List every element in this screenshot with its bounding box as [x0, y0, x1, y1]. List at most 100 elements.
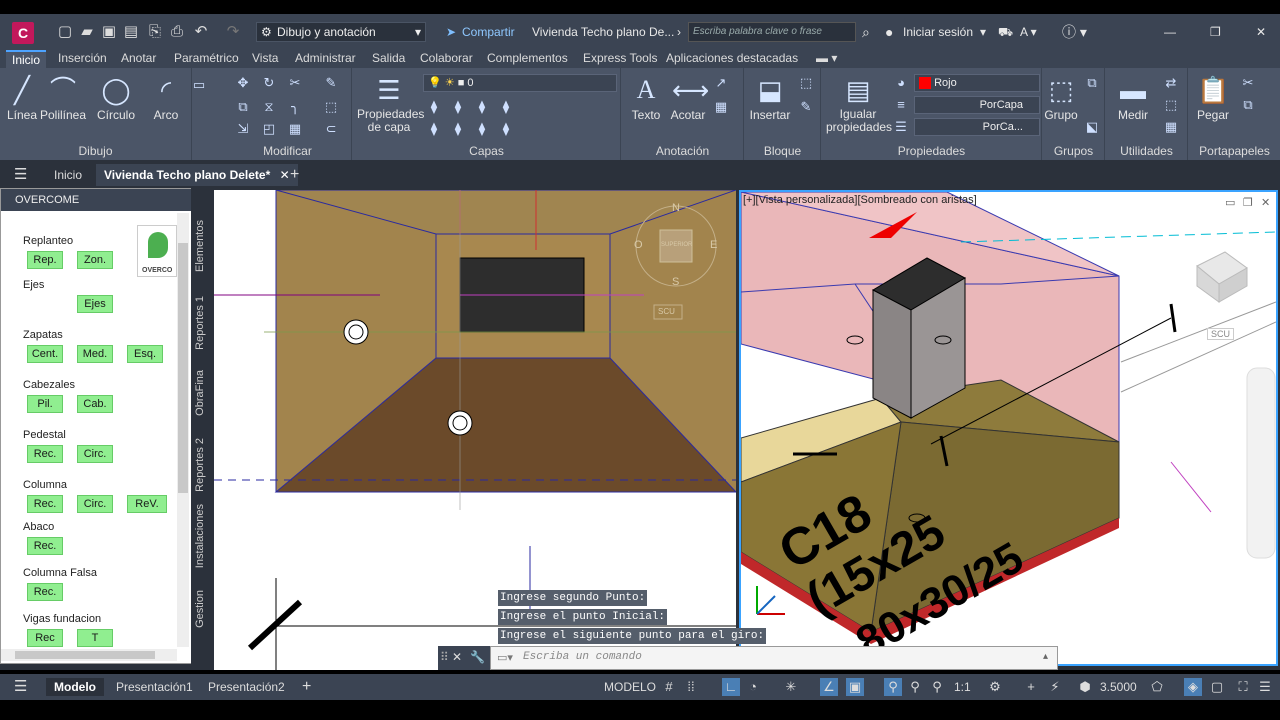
tab-inicio[interactable]: Inicio [6, 50, 47, 68]
annotation-scale-value[interactable]: 1:1 [954, 678, 971, 696]
command-input-box[interactable]: ▭▾ Escriba un comando ▴ [490, 646, 1058, 670]
undo-icon[interactable]: ↶ [192, 23, 210, 41]
isolate-objects-icon[interactable]: ⬠ [1148, 678, 1166, 696]
create-block-icon[interactable]: ⬚ [797, 74, 815, 92]
annotation-visibility-icon[interactable]: ⚲ [884, 678, 902, 696]
dimension-button[interactable]: ⟷ Acotar [668, 74, 710, 122]
tab-salida[interactable]: Salida [366, 50, 411, 68]
trim-icon[interactable]: ✂ [286, 74, 304, 92]
tab-insercion[interactable]: Inserción [52, 50, 113, 68]
tab-parametrico[interactable]: Paramétrico [168, 50, 245, 68]
offset-icon[interactable]: ⊂ [322, 120, 340, 138]
signin-button[interactable]: Iniciar sesión [903, 14, 973, 50]
tab-aplicaciones[interactable]: Aplicaciones destacadas [660, 50, 804, 68]
tab-anotar[interactable]: Anotar [115, 50, 162, 68]
ejes-button[interactable]: Ejes [77, 295, 113, 313]
erase-icon[interactable]: ✎ [322, 74, 340, 92]
pedestal-rec-button[interactable]: Rec. [27, 445, 63, 463]
hardware-acceleration-icon[interactable]: ◈ [1184, 678, 1202, 696]
viewport-close-icon[interactable]: ✕ [1261, 196, 1270, 209]
tab-vista[interactable]: Vista [246, 50, 284, 68]
columna-rec-button[interactable]: Rec. [27, 495, 63, 513]
new-icon[interactable]: ▢ [56, 23, 74, 41]
tab-express-tools[interactable]: Express Tools [577, 50, 663, 68]
units-icon[interactable]: ⚡ [1046, 678, 1064, 696]
model-space-toggle[interactable]: MODELO [604, 678, 656, 696]
annotation-monitor-icon[interactable]: + [1022, 678, 1040, 696]
fullscreen-icon[interactable]: ⛶ [1234, 678, 1252, 696]
new-tab-icon[interactable]: + [290, 164, 299, 186]
customization-menu-icon[interactable]: ☰ [1256, 678, 1274, 696]
leader-icon[interactable]: ↗ [712, 74, 730, 92]
tab-model[interactable]: Modelo [46, 678, 104, 696]
ucs-label[interactable]: SCU [1207, 328, 1235, 340]
vigas-rec-button[interactable]: Rec [27, 629, 63, 647]
layer-tool-icon[interactable]: ⧫ [449, 120, 467, 138]
stretch-icon[interactable]: ⇲ [234, 120, 252, 138]
snap-icon[interactable]: ⁞⁞ [682, 678, 700, 696]
layer-dropdown[interactable]: 💡 ☀ ■ 0 [423, 74, 617, 92]
quick-select-icon[interactable]: ⇄ [1162, 74, 1180, 92]
tab-complementos[interactable]: Complementos [481, 50, 574, 68]
search-input[interactable]: Escriba palabra clave o frase [688, 22, 856, 42]
paste-button[interactable]: 📋 Pegar [1193, 74, 1233, 122]
annotation-scale-icon[interactable]: ⚲ [928, 678, 946, 696]
viewport-3d[interactable]: C18 (15x25 80x30/25 SCU ▭ ❐ ✕ [739, 190, 1278, 666]
layer-tool-icon[interactable]: ⧫ [473, 120, 491, 138]
tab-home[interactable]: Inicio [54, 164, 82, 186]
mirror-icon[interactable]: ⧖ [260, 98, 278, 116]
arc-button[interactable]: ◜ Arco [146, 74, 186, 122]
measure-button[interactable]: ▬ Medir [1112, 74, 1154, 122]
array-icon[interactable]: ▦ [286, 120, 304, 138]
edit-block-icon[interactable]: ✎ [797, 98, 815, 116]
palette-vertical-scrollbar[interactable] [177, 213, 189, 647]
palette-horizontal-scrollbar[interactable] [1, 649, 177, 661]
tab-layout1[interactable]: Presentación1 [116, 678, 193, 696]
group-select-icon[interactable]: ⬕ [1083, 118, 1101, 136]
side-tab-reportes-2[interactable]: Reportes 2 [194, 438, 206, 492]
viewport-minimize-icon[interactable]: ▭ [1225, 196, 1235, 209]
zapatas-esq-button[interactable]: Esq. [127, 345, 163, 363]
precision-value[interactable]: 3.5000 [1100, 678, 1137, 696]
print-icon[interactable]: ⎙ [168, 23, 186, 41]
vigas-t-button[interactable]: T [77, 629, 113, 647]
viewport-maximize-icon[interactable]: ❐ [1243, 196, 1253, 209]
select-all-icon[interactable]: ⬚ [1162, 96, 1180, 114]
layer-tool-icon[interactable]: ⧫ [497, 120, 515, 138]
scrollbar-thumb[interactable] [15, 651, 155, 659]
polyline-button[interactable]: ⌒ Polilínea [40, 74, 86, 122]
linetype-dropdown[interactable]: PorCapa [914, 96, 1040, 114]
ucs-label[interactable]: SCU [658, 307, 675, 316]
color-dropdown[interactable]: Rojo [914, 74, 1040, 92]
close-icon[interactable]: ✕ [1256, 14, 1266, 50]
side-tab-reportes-1[interactable]: Reportes 1 [194, 296, 206, 350]
columna-falsa-rec-button[interactable]: Rec. [27, 583, 63, 601]
rotate-icon[interactable]: ↻ [260, 74, 278, 92]
save-as-icon[interactable]: ▤ [122, 23, 140, 41]
table-icon[interactable]: ▦ [712, 98, 730, 116]
search-icon[interactable]: ⌕ [862, 14, 870, 50]
pedestal-circ-button[interactable]: Circ. [77, 445, 113, 463]
save-icon[interactable]: ▣ [100, 23, 118, 41]
tab-colaborar[interactable]: Colaborar [414, 50, 479, 68]
minimize-icon[interactable]: — [1164, 14, 1176, 50]
workspace-dropdown[interactable]: ⚙ Dibujo y anotación ▾ [256, 22, 426, 42]
layer-tool-icon[interactable]: ⧫ [425, 98, 443, 116]
viewport-plan[interactable]: N S E O SUPERIOR SCU [214, 190, 736, 670]
publish-icon[interactable]: ⎘ [146, 23, 164, 41]
open-icon[interactable]: ▰ [78, 23, 96, 41]
polar-icon[interactable]: ◔ [744, 678, 762, 696]
columna-circ-button[interactable]: Circ. [77, 495, 113, 513]
side-tab-obrafina[interactable]: ObraFina [194, 370, 206, 416]
layer-tool-icon[interactable]: ⧫ [425, 120, 443, 138]
cabezales-cab-button[interactable]: Cab. [77, 395, 113, 413]
rectangle-icon[interactable]: ▭ [190, 76, 208, 94]
cut-icon[interactable]: ✂ [1239, 74, 1257, 92]
quick-properties-icon[interactable]: ⬢ [1076, 678, 1094, 696]
group-button[interactable]: ⬚ Grupo [1043, 74, 1079, 122]
match-properties-button[interactable]: ▤ Igualar propiedades [826, 74, 892, 134]
zapatas-med-button[interactable]: Med. [77, 345, 113, 363]
auto-scale-icon[interactable]: ⚲ [906, 678, 924, 696]
replanteo-rep-button[interactable]: Rep. [27, 251, 63, 269]
clean-screen-icon[interactable]: ▢ [1208, 678, 1226, 696]
